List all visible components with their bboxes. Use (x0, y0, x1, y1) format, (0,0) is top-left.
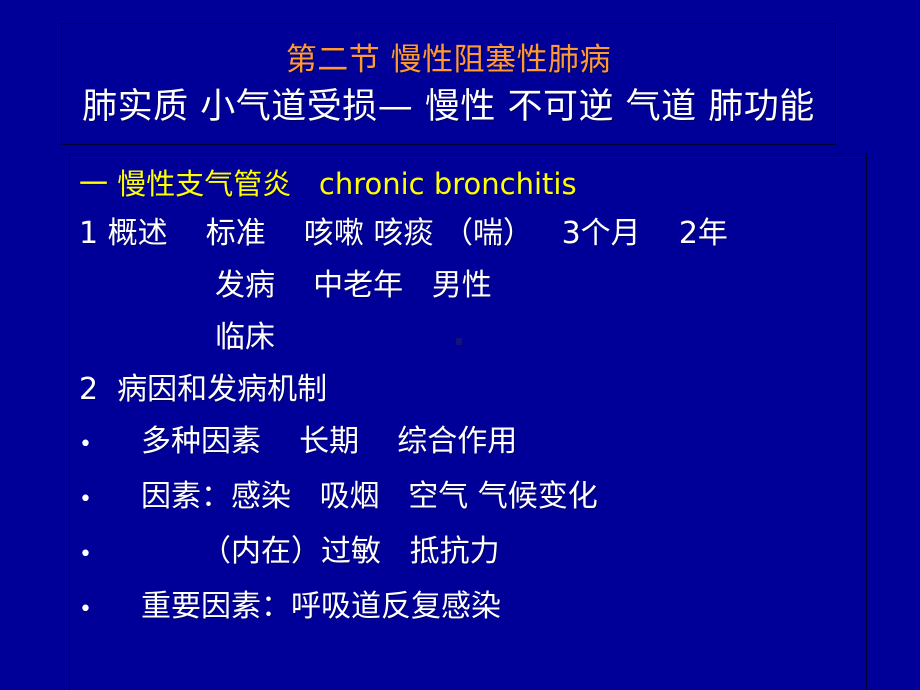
body-placeholder[interactable]: 一 慢性支气管炎 chronic bronchitis 1 概述 标准 咳嗽 咳… (69, 153, 867, 690)
title-placeholder[interactable]: 第二节 慢性阻塞性肺病 肺实质 小气道受损— 慢性 不可逆 气道 肺功能 (61, 23, 836, 145)
list-item: • 多种因素 长期 综合作用 (70, 416, 866, 471)
body-line-overview: 1 概述 标准 咳嗽 咳痰 （喘） 3个月 2年 (79, 216, 728, 251)
bullet-icon: • (79, 542, 92, 567)
list-item: • 重要因素：呼吸道反复感染 (70, 581, 866, 636)
stray-artifact-square (456, 338, 462, 345)
bullet-icon: • (79, 597, 92, 622)
body-heading-chronic-bronchitis: 一 慢性支气管炎 chronic bronchitis (79, 167, 577, 201)
body-line-onset: 发病 中老年 男性 (215, 268, 492, 303)
title-line-primary: 第二节 慢性阻塞性肺病 (285, 42, 612, 78)
list-item: • （内在）过敏 抵抗力 (70, 526, 866, 581)
title-line-secondary: 肺实质 小气道受损— 慢性 不可逆 气道 肺功能 (82, 87, 815, 127)
list-item-label: 重要因素：呼吸道反复感染 (141, 589, 501, 624)
bullet-icon: • (79, 432, 92, 457)
list-item-label: 多种因素 长期 综合作用 (141, 424, 518, 459)
bullet-icon: • (79, 487, 92, 512)
body-line-etiology-heading: 2 病因和发病机制 (79, 372, 328, 407)
presentation-slide: 第二节 慢性阻塞性肺病 肺实质 小气道受损— 慢性 不可逆 气道 肺功能 一 慢… (0, 0, 920, 690)
list-item-label: 因素：感染 吸烟 空气 气候变化 (141, 479, 598, 514)
list-item: • 因素：感染 吸烟 空气 气候变化 (70, 471, 866, 526)
body-line-clinical: 临床 (215, 320, 275, 355)
list-item-label: （内在）过敏 抵抗力 (201, 534, 500, 569)
